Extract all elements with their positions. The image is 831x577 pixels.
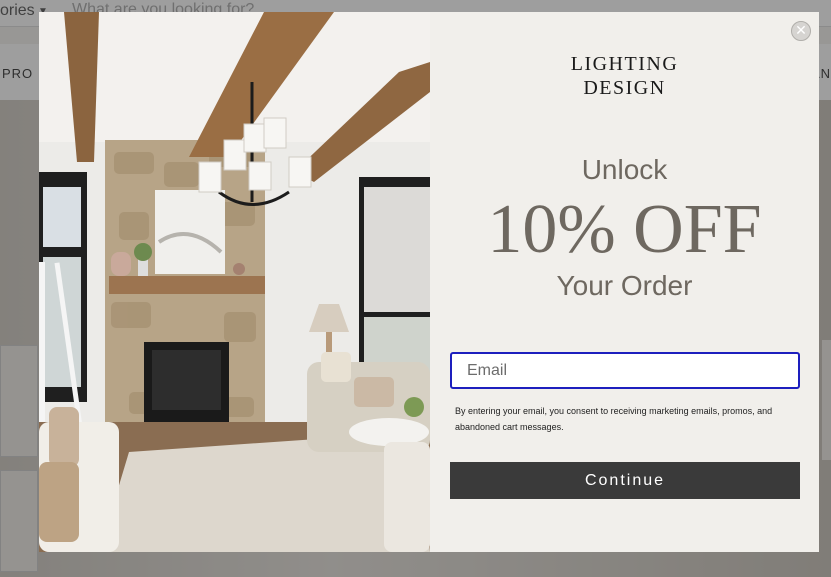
- email-signup-modal: ✕ LIGHTING DESIGN Unlock 10% OFF Your Or…: [39, 12, 819, 552]
- brand-line-1: LIGHTING: [570, 53, 679, 75]
- email-field[interactable]: [450, 352, 800, 389]
- headline-unlock: Unlock: [581, 154, 668, 185]
- consent-text: By entering your email, you consent to r…: [455, 406, 773, 432]
- signup-panel: ✕ LIGHTING DESIGN Unlock 10% OFF Your Or…: [430, 12, 819, 552]
- close-icon: ✕: [795, 23, 807, 39]
- brand-line-2: DESIGN: [583, 77, 666, 99]
- brand-logo: LIGHTING DESIGN: [430, 52, 819, 100]
- close-button[interactable]: ✕: [791, 21, 811, 41]
- living-room-photo: [39, 12, 430, 552]
- headline-your-order: Your Order: [556, 270, 693, 301]
- headline-discount: 10% OFF: [487, 191, 762, 268]
- continue-button[interactable]: Continue: [450, 462, 800, 499]
